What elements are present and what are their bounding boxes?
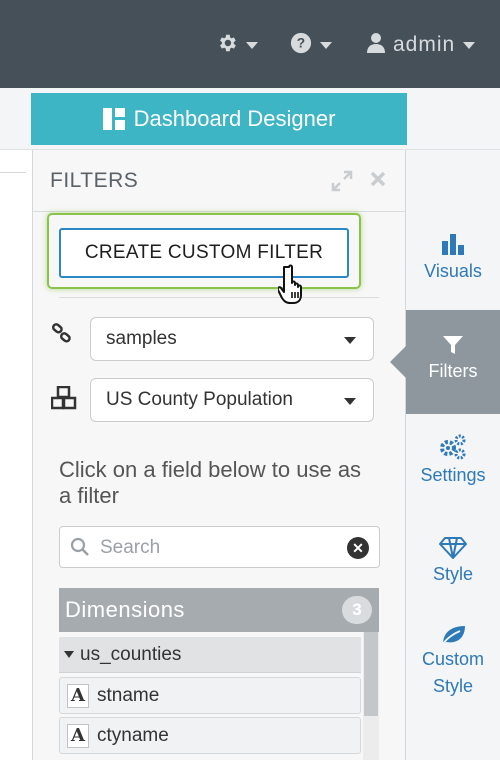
active-nav-pointer <box>390 346 406 378</box>
user-icon <box>367 32 385 59</box>
chevron-down-icon <box>344 337 356 344</box>
help-menu[interactable]: ? <box>290 30 332 60</box>
filters-panel: FILTERS CREATE CUSTOM FILTER samples US … <box>32 150 406 760</box>
divider <box>59 297 379 298</box>
dimensions-label: Dimensions <box>65 597 185 622</box>
expand-icon[interactable] <box>331 170 353 197</box>
text-type-icon: A <box>67 683 89 708</box>
dataset-select-value: US County Population <box>106 389 293 410</box>
text-type-icon: A <box>67 723 89 748</box>
settings-menu[interactable] <box>216 30 258 60</box>
dashboard-designer-tab[interactable]: Dashboard Designer <box>31 93 407 145</box>
link-icon <box>51 322 73 349</box>
group-label: us_counties <box>80 643 182 665</box>
cubes-icon <box>50 385 77 415</box>
caret-down-icon <box>64 651 74 658</box>
nav-settings-label: Settings <box>420 465 486 485</box>
panel-header: FILTERS <box>33 150 405 212</box>
nav-settings[interactable]: Settings <box>406 434 500 489</box>
gears-icon <box>440 434 466 460</box>
svg-text:?: ? <box>297 35 305 50</box>
gear-icon <box>216 32 238 59</box>
dataset-select[interactable]: US County Population <box>90 378 374 422</box>
field-ctyname[interactable]: A ctyname <box>59 717 361 754</box>
question-circle-icon: ? <box>290 32 312 59</box>
nav-filters[interactable]: Filters <box>406 334 500 385</box>
hand-pointer-cursor-icon <box>276 263 314 310</box>
dashboard-designer-label: Dashboard Designer <box>133 106 336 131</box>
nav-custom-style-label: Custom Style <box>421 649 484 696</box>
field-label: ctyname <box>97 724 169 746</box>
chevron-down-icon <box>320 41 332 49</box>
dimensions-header[interactable]: Dimensions 3 <box>59 588 379 632</box>
chevron-down-icon <box>344 398 356 405</box>
nav-visuals-label: Visuals <box>424 261 482 281</box>
connection-select-value: samples <box>106 328 177 349</box>
table-group-us-counties[interactable]: us_counties <box>59 637 361 673</box>
search-icon <box>70 537 90 562</box>
search-placeholder: Search <box>100 537 161 558</box>
bar-chart-icon <box>442 234 464 255</box>
field-search-input[interactable]: Search ✕ <box>59 526 380 568</box>
field-stname[interactable]: A stname <box>59 677 361 714</box>
nav-visuals[interactable]: Visuals <box>406 232 500 285</box>
dashboard-icon <box>102 108 125 130</box>
clear-search-icon[interactable]: ✕ <box>347 537 369 559</box>
panel-title: FILTERS <box>50 169 139 192</box>
connection-select[interactable]: samples <box>90 317 374 361</box>
user-name: admin <box>393 33 456 56</box>
leaf-icon <box>441 626 465 646</box>
close-icon[interactable] <box>369 170 387 193</box>
dimensions-count-badge: 3 <box>342 596 372 624</box>
field-label: stname <box>97 684 160 706</box>
nav-filters-label: Filters <box>428 361 478 381</box>
diamond-icon <box>439 537 467 559</box>
chevron-down-icon <box>463 41 476 49</box>
nav-style-label: Style <box>432 564 474 584</box>
filter-instruction: Click on a field below to use as a filte… <box>59 457 362 508</box>
nav-style[interactable]: Style <box>406 537 500 588</box>
chevron-down-icon <box>246 41 258 49</box>
nav-custom-style[interactable]: Custom Style <box>406 624 500 700</box>
fields-scrollbar-thumb[interactable] <box>364 632 378 716</box>
canvas-edge <box>0 150 32 760</box>
filter-icon <box>443 336 463 354</box>
user-menu[interactable]: admin <box>367 30 476 60</box>
